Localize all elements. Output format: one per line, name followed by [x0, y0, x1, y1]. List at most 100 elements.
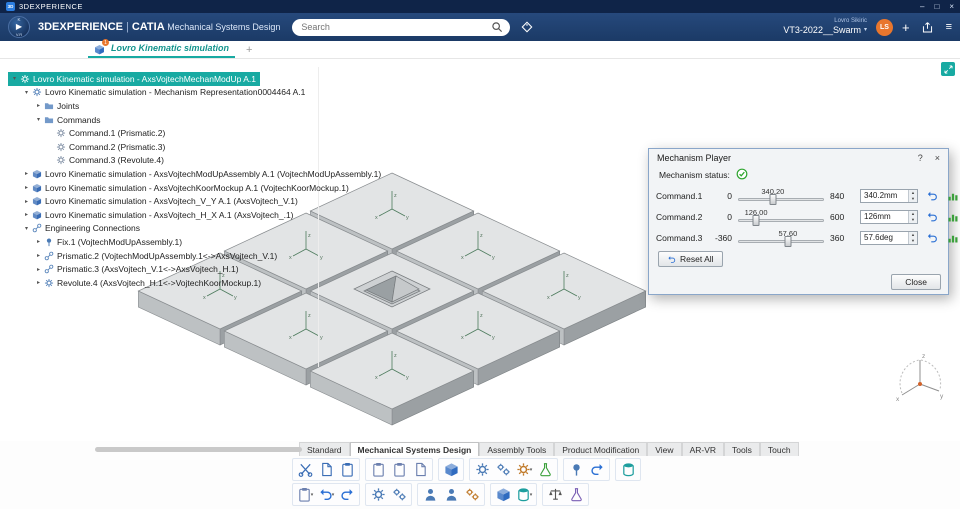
spin-down-button[interactable]: ▼ — [909, 195, 917, 202]
close-button[interactable]: × — [949, 2, 954, 11]
expander-icon[interactable]: ▸ — [22, 211, 31, 218]
reset-command-button[interactable] — [924, 230, 939, 245]
paste-special-icon[interactable] — [368, 460, 388, 480]
update-icon[interactable] — [587, 460, 607, 480]
reset-command-button[interactable] — [924, 209, 939, 224]
slider-thumb[interactable] — [752, 214, 760, 226]
tree-item-koormockup[interactable]: ▸ Lovro Kinematic simulation - AxsVojtec… — [8, 181, 353, 195]
avatar[interactable]: LS — [875, 18, 893, 36]
command3-value-input[interactable]: 57.6deg ▲ ▼ — [860, 230, 918, 245]
analysis-icon[interactable] — [566, 485, 586, 505]
plot-command-button[interactable] — [945, 188, 960, 203]
ribbon-tab-product-modification[interactable]: Product Modification — [554, 442, 648, 456]
tools-icon[interactable] — [389, 485, 409, 505]
tree-item-prismatic3[interactable]: ▸ Prismatic.3 (AxsVojtech_V.1<->AxsVojte… — [8, 262, 243, 276]
slider-track[interactable] — [738, 239, 824, 243]
paste-options-icon[interactable]: ▾ — [295, 485, 315, 505]
plot-command-button[interactable] — [945, 209, 960, 224]
expand-viewport-button[interactable] — [941, 62, 955, 76]
ribbon-tab-touch[interactable]: Touch — [759, 442, 799, 456]
reset-all-button[interactable]: Reset All — [658, 251, 723, 267]
command2-value-input[interactable]: 126mm ▲ ▼ — [860, 209, 918, 224]
3dexperience-compass-icon[interactable]: K ▶ V.R — [8, 16, 30, 38]
expander-icon[interactable]: ▾ — [10, 75, 19, 82]
search-bar[interactable] — [292, 18, 511, 36]
chevron-down-icon[interactable]: ▾ — [530, 492, 533, 498]
generate-icon[interactable] — [462, 485, 482, 505]
expander-icon[interactable]: ▾ — [22, 89, 31, 96]
expander-icon[interactable]: ▸ — [22, 198, 31, 205]
chevron-down-icon[interactable]: ▾ — [332, 492, 335, 498]
cut-icon[interactable] — [295, 460, 315, 480]
search-input[interactable] — [299, 21, 492, 33]
minimize-button[interactable]: – — [920, 2, 924, 11]
expander-icon[interactable]: ▸ — [34, 238, 43, 245]
new-product-icon[interactable] — [441, 460, 461, 480]
tree-item-axsvojtech-h[interactable]: ▸ Lovro Kinematic simulation - AxsVojtec… — [8, 208, 298, 222]
help-button[interactable]: ? — [918, 153, 923, 163]
tree-item-command1[interactable]: Command.1 (Prismatic.2) — [8, 126, 169, 140]
paste-icon[interactable] — [337, 460, 357, 480]
command3-slider[interactable]: 57.60 — [738, 229, 824, 247]
tree-item-prismatic2[interactable]: ▸ Prismatic.2 (VojtechModUpAssembly.1<->… — [8, 249, 281, 263]
redo-icon[interactable] — [337, 485, 357, 505]
fix-part-icon[interactable] — [566, 460, 586, 480]
expander-icon[interactable]: ▸ — [22, 184, 31, 191]
dialog-close-icon[interactable]: × — [935, 153, 940, 163]
slider-thumb[interactable] — [769, 193, 777, 205]
reset-command-button[interactable] — [924, 188, 939, 203]
ribbon-tab-view[interactable]: View — [647, 442, 682, 456]
ribbon-tab-assembly-tools[interactable]: Assembly Tools — [479, 442, 555, 456]
search-icon[interactable] — [491, 21, 503, 33]
ribbon-tab-mechanical-systems-design[interactable]: Mechanical Systems Design — [349, 442, 480, 456]
expander-icon[interactable]: ▾ — [34, 116, 43, 123]
spin-down-button[interactable]: ▼ — [909, 216, 917, 223]
tree-item-joints[interactable]: ▸ Joints — [8, 99, 83, 113]
paste-with-link-icon[interactable] — [389, 460, 409, 480]
measure-inertia-icon[interactable] — [545, 485, 565, 505]
mechanism-check-icon[interactable] — [535, 460, 555, 480]
tree-item-mechanism-rep[interactable]: ▾ Lovro Kinematic simulation - Mechanism… — [8, 86, 309, 100]
slider-track[interactable] — [738, 197, 824, 201]
dialog-close-button[interactable]: Close — [891, 274, 941, 290]
value-text[interactable]: 340.2mm — [861, 190, 908, 202]
slider-thumb[interactable] — [784, 235, 792, 247]
command1-slider[interactable]: 340.20 — [738, 187, 824, 205]
mechanism-manager-icon[interactable] — [493, 460, 513, 480]
collaborate-icon[interactable] — [441, 485, 461, 505]
expander-icon[interactable]: ▸ — [34, 102, 43, 109]
speed-acceleration-icon[interactable]: ▾ — [514, 460, 534, 480]
plot-command-button[interactable] — [945, 230, 960, 245]
share-content-icon[interactable] — [420, 485, 440, 505]
chevron-down-icon[interactable]: ▾ — [311, 492, 314, 498]
command1-value-input[interactable]: 340.2mm ▲ ▼ — [860, 188, 918, 203]
ribbon-tab-tools[interactable]: Tools — [724, 442, 760, 456]
tree-item-engineering-connections[interactable]: ▾ Engineering Connections — [8, 222, 144, 236]
workspace-selector[interactable]: VT3-2022__Swarm ▾ — [783, 25, 867, 36]
tree-item-modup-assembly[interactable]: ▸ Lovro Kinematic simulation - AxsVojtec… — [8, 167, 385, 181]
ribbon-tab-standard[interactable]: Standard — [299, 442, 350, 456]
expander-icon[interactable]: ▸ — [34, 266, 43, 273]
tree-item-revolute4[interactable]: ▸ Revolute.4 (AxsVojtech_H.1<->VojtechKo… — [8, 276, 265, 290]
slider-track[interactable] — [738, 218, 824, 222]
expander-icon[interactable]: ▸ — [34, 279, 43, 286]
tree-item-commands[interactable]: ▾ Commands — [8, 113, 104, 127]
viewport-area[interactable]: zxyzxyzxyzxyzxyzxyzxyzxyzxy ▾ Lovro Kine… — [0, 59, 960, 441]
menu-icon[interactable]: ≡ — [946, 21, 952, 33]
chevron-down-icon[interactable]: ▾ — [530, 467, 533, 473]
undo-icon[interactable]: ▾ — [316, 485, 336, 505]
options-icon[interactable] — [368, 485, 388, 505]
share-icon[interactable] — [919, 18, 937, 36]
dialog-title-bar[interactable]: Mechanism Player ? × — [649, 149, 948, 167]
insert-component-icon[interactable] — [493, 485, 513, 505]
tree-item-command2[interactable]: Command.2 (Prismatic.3) — [8, 140, 169, 154]
command2-slider[interactable]: 126.00 — [738, 208, 824, 226]
expander-icon[interactable]: ▾ — [22, 225, 31, 232]
spin-down-button[interactable]: ▼ — [909, 237, 917, 244]
create-joint-icon[interactable] — [472, 460, 492, 480]
value-text[interactable]: 57.6deg — [861, 232, 908, 244]
tab-kinematic-simulation[interactable]: 1 Lovro Kinematic simulation — [88, 39, 236, 58]
navigation-compass[interactable]: z x y — [892, 347, 948, 409]
ribbon-tab-ar-vr[interactable]: AR-VR — [681, 442, 725, 456]
copy-icon[interactable] — [316, 460, 336, 480]
